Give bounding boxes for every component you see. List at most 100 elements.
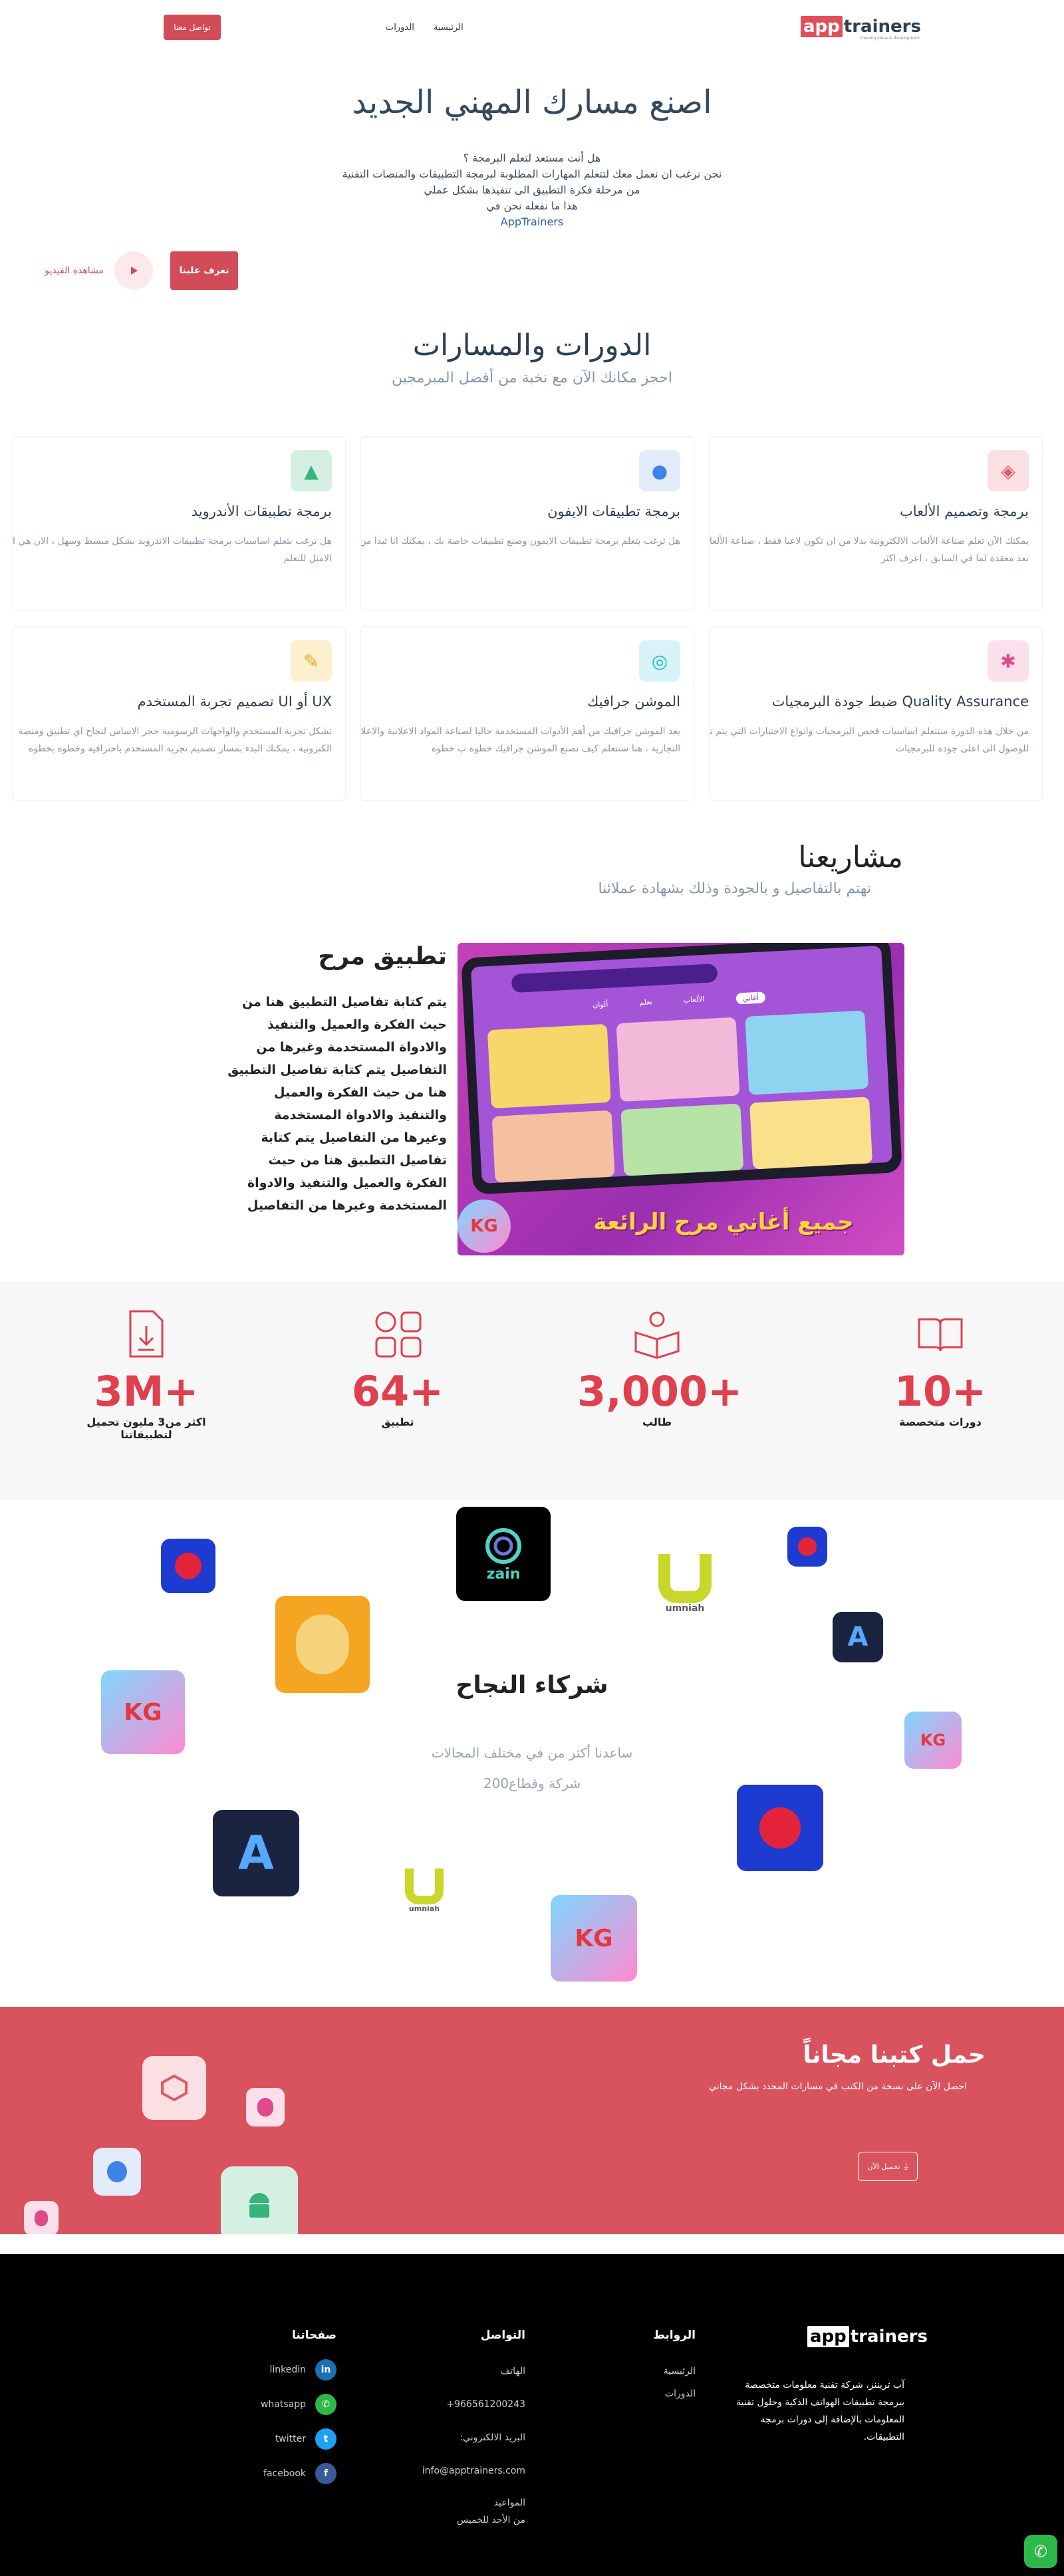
phone-screen: أغاني الألعاب تعلم ألوان — [470, 946, 893, 1184]
download-icon — [120, 1307, 173, 1360]
contact-button[interactable]: تواصل معنا — [164, 15, 221, 40]
footer-logo[interactable]: app trainers — [807, 2326, 928, 2347]
social-link-linkedin[interactable]: linkedin in — [230, 2359, 336, 2381]
app-thumbnail — [749, 1096, 873, 1170]
footer-phone[interactable]: +966561200243 — [446, 2399, 525, 2410]
footer-contact-title: التواصل — [480, 2329, 525, 2342]
whatsapp-icon: ✆ — [315, 2394, 336, 2415]
course-card[interactable]: ✎ UX أو UI تصميم تجربة المستخدم تشكل تجربة… — [12, 626, 346, 801]
courses-subtitle: احجز مكانك الآن مع نخبة من أفضل المبرمجي… — [392, 370, 672, 386]
course-title[interactable]: UX أو UI تصميم تجربة المستخدم — [138, 694, 332, 709]
course-card[interactable]: ✱ Quality Assurance ضبط جودة البرمجيات من … — [709, 626, 1043, 801]
android-icon: ▲ — [291, 450, 332, 491]
star-app-logo — [787, 1527, 827, 1567]
stat-number: 3M+ — [94, 1367, 199, 1416]
book-icon — [914, 1307, 967, 1360]
umniah-logo: umniah — [652, 1544, 718, 1624]
watch-video[interactable]: مشاهدة الفيديو — [27, 251, 153, 290]
footer-link-courses[interactable]: الدورات — [665, 2388, 696, 2399]
stat-label: اكثر من3 مليون تحميل لتطبيقاتنا — [86, 1416, 206, 1441]
pencil-icon: ✎ — [291, 640, 332, 682]
stat-item: 3,000+ طالب — [577, 1307, 742, 1428]
footer-email[interactable]: info@apptrainers.com — [422, 2466, 525, 2476]
app-thumbnail — [491, 1110, 615, 1183]
hero-title: اصنع مسارك المهني الجديد — [352, 84, 712, 121]
stat-item: 3M+ اكثر من3 مليون تحميل لتطبيقاتنا — [66, 1307, 226, 1441]
social-link-twitter[interactable]: twitter t — [230, 2428, 336, 2450]
play-icon — [114, 251, 153, 290]
social-link-whatsapp[interactable]: whatsapp ✆ — [230, 2394, 336, 2415]
stat-label: تطبيق — [381, 1416, 414, 1428]
bug-icon: ✱ — [988, 640, 1029, 682]
star-app-logo — [737, 1785, 823, 1871]
header: app trainers training ideas & development… — [0, 0, 1064, 56]
project-description: يتم كتابة تفاصيل التطبيق هنا من حيث الفك… — [227, 995, 447, 1213]
course-card[interactable]: ◎ الموشن جرافيك يعد الموشن جرافيك من أهم ا… — [360, 626, 694, 801]
course-title[interactable]: برمجة وتصميم الألعاب — [900, 503, 1029, 519]
books-subtitle: احصل الآن على نسخة من الكتب في مسارات ال… — [709, 2081, 967, 2092]
star-app-logo — [161, 1539, 215, 1593]
course-card[interactable]: ◈ برمجة وتصميم الألعاب يمكنك الآن تعلم صنا… — [709, 436, 1043, 610]
kg-logo: KG — [458, 1200, 511, 1253]
books-section: حمل كتبنا مجاناً احصل الآن على نسخة من ا… — [0, 2007, 1064, 2234]
social-links: linkedin in whatsapp ✆ twitter t facebook f — [230, 2359, 336, 2484]
projects-title: مشاريعنا — [798, 840, 903, 874]
course-title[interactable]: الموشن جرافيك — [587, 694, 680, 709]
kg-app-logo: KG — [904, 1712, 962, 1769]
whatsapp-float-button[interactable]: ✆ — [1024, 2535, 1057, 2568]
course-description: تشكل تجربة المستخدم والواجهات الرسومية ح… — [18, 726, 332, 754]
course-description: من خلال هذه الدورة ستتعلم اساسيات فحص ال… — [709, 726, 1029, 754]
umniah-logo: umniah — [400, 1862, 448, 1919]
nav-courses[interactable]: الدورات — [386, 23, 414, 33]
course-title[interactable]: Quality Assurance ضبط جودة البرمجيات — [772, 694, 1029, 709]
social-link-facebook[interactable]: facebook f — [230, 2463, 336, 2484]
brand-name: AppTrainers — [500, 215, 564, 228]
twitter-icon: t — [315, 2428, 336, 2450]
app-thumbnail — [616, 1017, 740, 1102]
app-tabs: أغاني الألعاب تعلم ألوان — [593, 991, 766, 1012]
logo[interactable]: app trainers training ideas & development — [801, 16, 921, 41]
bug-icon — [246, 2088, 285, 2126]
unity-icon — [142, 2056, 206, 2120]
course-card[interactable]: ● برمجة تطبيقات الايفون هل ترغب بتعلم برمج… — [360, 436, 694, 610]
stat-number: 64+ — [351, 1367, 444, 1416]
student-icon — [630, 1307, 684, 1360]
apple-icon: ● — [639, 450, 680, 491]
stat-label: دورات متخصصة — [899, 1416, 982, 1428]
footer-email-label: البريد الالكتروني: — [460, 2432, 525, 2443]
course-title[interactable]: برمجة تطبيقات الايفون — [547, 503, 680, 519]
nav-home[interactable]: الرئيسية — [434, 23, 464, 33]
footer-link-home[interactable]: الرئيسية — [664, 2366, 696, 2377]
download-button[interactable]: ⤓ تحميل الآن — [858, 2152, 918, 2181]
footer-hours: من الأحد للخميس — [456, 2515, 525, 2525]
footer-pages-title: صفحاتنا — [291, 2329, 336, 2342]
app-thumbnail — [620, 1103, 744, 1176]
unity-icon: ◈ — [988, 450, 1029, 491]
linkedin-icon: in — [315, 2359, 336, 2381]
stat-label: طالب — [642, 1416, 672, 1428]
course-description: يعد الموشن جرافيك من أهم الأدوات المستخد… — [360, 726, 680, 754]
stat-item: 64+ تطبيق — [318, 1307, 477, 1428]
course-description: هل ترغب بتعلم اساسيات برمجة تطبيقات الان… — [12, 536, 332, 564]
course-description: يمكنك الآن تعلم صناعة الألعاب الالكتروني… — [709, 536, 1029, 564]
kg-app-logo: KG — [101, 1670, 185, 1754]
learn-more-button[interactable]: تعرف علينا — [170, 251, 238, 290]
android-icon — [221, 2166, 298, 2234]
project-image: أغاني الألعاب تعلم ألوان جميع أغاني مرح … — [458, 943, 904, 1255]
course-title[interactable]: برمجة تطبيقات الأندرويد — [192, 503, 332, 519]
facebook-icon: f — [315, 2463, 336, 2484]
cartoon-app-logo — [275, 1596, 370, 1693]
project-title: تطبيق مرح — [318, 943, 447, 970]
footer: app trainers آب تريننز، شركة تقنية معلوما… — [0, 2254, 1064, 2576]
stat-item: 10+ دورات متخصصة — [861, 1307, 1020, 1428]
courses-title: الدورات والمسارات — [412, 328, 652, 362]
apple-icon — [93, 2148, 141, 2196]
bug-icon — [24, 2201, 59, 2234]
motion-icon: ◎ — [639, 640, 680, 682]
a-app-logo: A — [213, 1810, 299, 1896]
app-search-bar — [511, 964, 718, 993]
image-banner: جميع أغاني مرح الرائعة — [593, 1209, 854, 1235]
partners-line2: شركة وقطاع200 — [483, 1775, 581, 1791]
footer-phone-label: الهاتف — [500, 2366, 525, 2377]
course-card[interactable]: ▲ برمجة تطبيقات الأندرويد هل ترغب بتعلم اس… — [12, 436, 346, 610]
